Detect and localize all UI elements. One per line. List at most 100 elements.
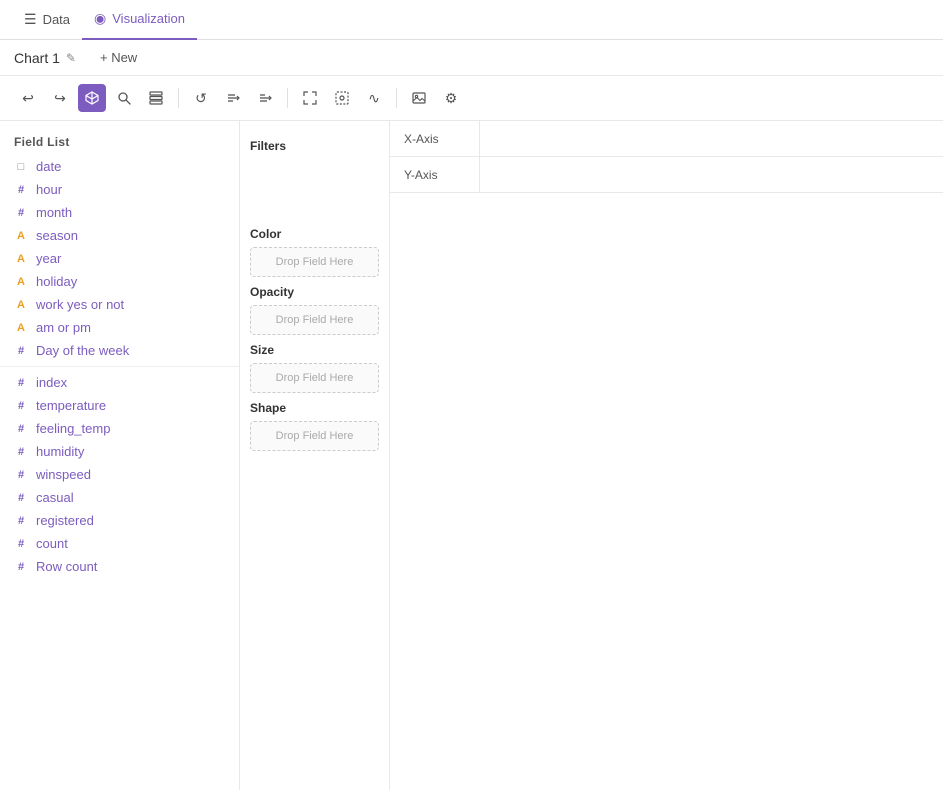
field-item-month[interactable]: # month bbox=[0, 201, 239, 224]
field-label-humidity: humidity bbox=[36, 444, 84, 459]
numeric-icon-month: # bbox=[14, 207, 28, 219]
field-item-row-count[interactable]: # Row count bbox=[0, 555, 239, 578]
color-label: Color bbox=[250, 227, 379, 241]
size-label: Size bbox=[250, 343, 379, 357]
field-label-winspeed: winspeed bbox=[36, 467, 91, 482]
field-label-month: month bbox=[36, 205, 72, 220]
numeric-icon-dow: # bbox=[14, 345, 28, 357]
field-item-hour[interactable]: # hour bbox=[0, 178, 239, 201]
field-label-feeling-temp: feeling_temp bbox=[36, 421, 110, 436]
size-drop-zone[interactable]: Drop Field Here bbox=[250, 363, 379, 393]
field-item-date[interactable]: □ date bbox=[0, 155, 239, 178]
date-type-icon: □ bbox=[14, 161, 28, 173]
top-nav: ☰ Data ◉ Visualization bbox=[0, 0, 943, 40]
layers-button[interactable] bbox=[142, 84, 170, 112]
filters-label: Filters bbox=[250, 139, 379, 153]
field-label-holiday: holiday bbox=[36, 274, 77, 289]
search-button[interactable] bbox=[110, 84, 138, 112]
field-label-work: work yes or not bbox=[36, 297, 124, 312]
field-item-work-yes-or-not[interactable]: A work yes or not bbox=[0, 293, 239, 316]
field-label-year: year bbox=[36, 251, 61, 266]
field-label-ampm: am or pm bbox=[36, 320, 91, 335]
cube-view-button[interactable] bbox=[78, 84, 106, 112]
field-label-registered: registered bbox=[36, 513, 94, 528]
numeric-icon-temp: # bbox=[14, 400, 28, 412]
text-icon-season: A bbox=[14, 230, 28, 242]
field-item-winspeed[interactable]: # winspeed bbox=[0, 463, 239, 486]
field-label-season: season bbox=[36, 228, 78, 243]
numeric-icon-humidity: # bbox=[14, 446, 28, 458]
field-item-registered[interactable]: # registered bbox=[0, 509, 239, 532]
settings-button[interactable]: ⚙ bbox=[437, 84, 465, 112]
opacity-label: Opacity bbox=[250, 285, 379, 299]
numeric-icon-casual: # bbox=[14, 492, 28, 504]
numeric-icon-hour: # bbox=[14, 184, 28, 196]
main-content: Field List □ date # hour # month A seaso… bbox=[0, 121, 943, 790]
tab-visualization[interactable]: ◉ Visualization bbox=[82, 0, 197, 40]
color-drop-zone[interactable]: Drop Field Here bbox=[250, 247, 379, 277]
new-chart-button[interactable]: + New bbox=[92, 48, 145, 67]
chart-title: Chart 1 ✎ bbox=[14, 50, 76, 66]
field-label-count: count bbox=[36, 536, 68, 551]
field-item-casual[interactable]: # casual bbox=[0, 486, 239, 509]
chart-area: X-Axis Y-Axis bbox=[390, 121, 943, 790]
toolbar: ↩ ↪ ↺ ∿ ⚙ bbox=[0, 76, 943, 121]
data-icon: ☰ bbox=[24, 11, 37, 28]
tab-visualization-label: Visualization bbox=[112, 11, 185, 26]
undo-button[interactable]: ↩ bbox=[14, 84, 42, 112]
text-icon-year: A bbox=[14, 253, 28, 265]
numeric-icon-winspeed: # bbox=[14, 469, 28, 481]
fit-button[interactable] bbox=[296, 84, 324, 112]
field-item-humidity[interactable]: # humidity bbox=[0, 440, 239, 463]
image-button[interactable] bbox=[405, 84, 433, 112]
text-icon-ampm: A bbox=[14, 322, 28, 334]
chart-title-bar: Chart 1 ✎ + New bbox=[0, 40, 943, 76]
numeric-icon-row-count: # bbox=[14, 561, 28, 573]
field-label-hour: hour bbox=[36, 182, 62, 197]
field-list-panel: Field List □ date # hour # month A seaso… bbox=[0, 121, 240, 790]
text-icon-holiday: A bbox=[14, 276, 28, 288]
numeric-icon-index: # bbox=[14, 377, 28, 389]
field-item-holiday[interactable]: A holiday bbox=[0, 270, 239, 293]
numeric-icon-registered: # bbox=[14, 515, 28, 527]
field-label-casual: casual bbox=[36, 490, 74, 505]
field-item-season[interactable]: A season bbox=[0, 224, 239, 247]
opacity-drop-zone[interactable]: Drop Field Here bbox=[250, 305, 379, 335]
sort-desc-button[interactable] bbox=[251, 84, 279, 112]
sort-asc-button[interactable] bbox=[219, 84, 247, 112]
filters-drop-area bbox=[250, 159, 379, 219]
shape-label: Shape bbox=[250, 401, 379, 415]
shape-drop-zone[interactable]: Drop Field Here bbox=[250, 421, 379, 451]
chart-title-text: Chart 1 bbox=[14, 50, 60, 66]
field-label-row-count: Row count bbox=[36, 559, 97, 574]
field-item-index[interactable]: # index bbox=[0, 371, 239, 394]
field-item-feeling-temp[interactable]: # feeling_temp bbox=[0, 417, 239, 440]
divider-2 bbox=[287, 88, 288, 108]
field-item-temperature[interactable]: # temperature bbox=[0, 394, 239, 417]
field-item-day-of-week[interactable]: # Day of the week bbox=[0, 339, 239, 362]
tab-data[interactable]: ☰ Data bbox=[12, 0, 82, 40]
field-item-count[interactable]: # count bbox=[0, 532, 239, 555]
connect-button[interactable]: ∿ bbox=[360, 84, 388, 112]
x-axis-row: X-Axis bbox=[390, 121, 943, 157]
chart-canvas bbox=[390, 193, 943, 790]
field-item-am-or-pm[interactable]: A am or pm bbox=[0, 316, 239, 339]
config-panel: Filters Color Drop Field Here Opacity Dr… bbox=[240, 121, 390, 790]
numeric-icon-feeling-temp: # bbox=[14, 423, 28, 435]
text-icon-work: A bbox=[14, 299, 28, 311]
edit-chart-title-icon[interactable]: ✎ bbox=[66, 51, 76, 65]
numeric-icon-count: # bbox=[14, 538, 28, 550]
x-axis-label: X-Axis bbox=[390, 121, 480, 156]
field-item-year[interactable]: A year bbox=[0, 247, 239, 270]
redo-button[interactable]: ↪ bbox=[46, 84, 74, 112]
visualization-icon: ◉ bbox=[94, 10, 106, 27]
field-list-divider bbox=[0, 366, 239, 367]
field-label-temperature: temperature bbox=[36, 398, 106, 413]
refresh-button[interactable]: ↺ bbox=[187, 84, 215, 112]
field-label-index: index bbox=[36, 375, 67, 390]
field-list-title: Field List bbox=[0, 129, 239, 155]
select-button[interactable] bbox=[328, 84, 356, 112]
field-label-dow: Day of the week bbox=[36, 343, 129, 358]
y-axis-label: Y-Axis bbox=[390, 157, 480, 192]
divider-3 bbox=[396, 88, 397, 108]
